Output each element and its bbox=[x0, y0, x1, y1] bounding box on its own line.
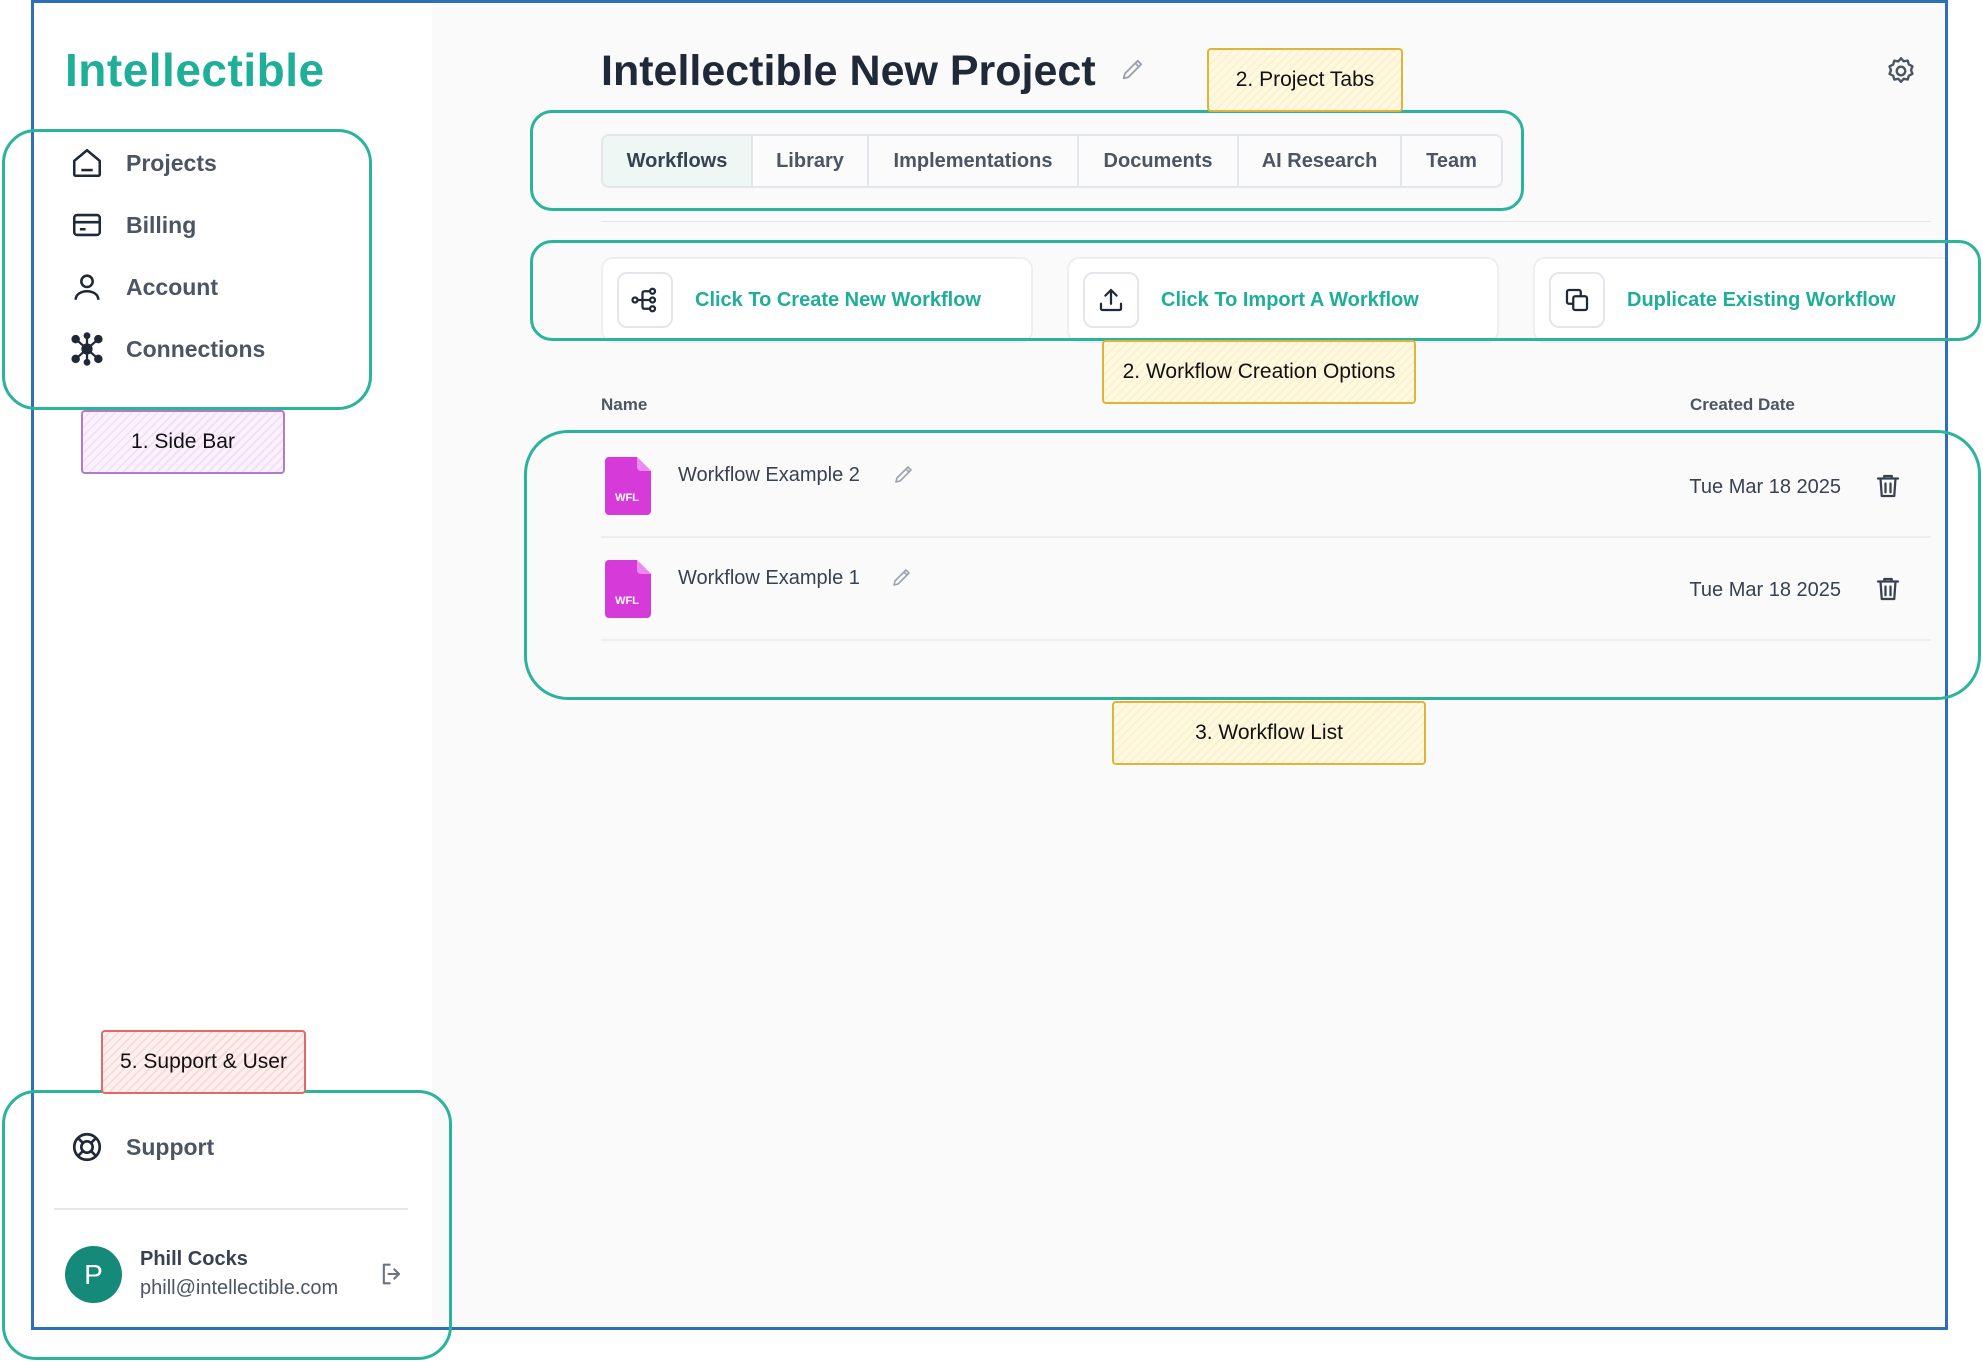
user-icon bbox=[74, 274, 100, 300]
annotation-workflow-list: 3. Workflow List bbox=[1112, 701, 1426, 765]
user-name: Phill Cocks bbox=[140, 1248, 248, 1270]
main-content: Intellectible New Project Workflows Libr… bbox=[432, 3, 1945, 1327]
edit-title-icon[interactable] bbox=[1119, 55, 1147, 83]
column-header-created-date[interactable]: Created Date bbox=[1690, 395, 1795, 415]
annotation-project-tabs: 2. Project Tabs bbox=[1207, 48, 1403, 112]
delete-trash-icon[interactable] bbox=[1873, 470, 1903, 502]
sidebar-item-label: Connections bbox=[126, 335, 266, 362]
workflow-icon bbox=[631, 287, 657, 313]
annotation-support-user: 5. Support & User bbox=[101, 1030, 306, 1094]
support-link[interactable]: Support bbox=[70, 1130, 214, 1164]
action-icon-box bbox=[617, 272, 673, 328]
user-email: phill@intellectible.com bbox=[140, 1277, 339, 1299]
settings-gear-icon[interactable] bbox=[1885, 55, 1917, 87]
workflow-name[interactable]: Workflow Example 2 bbox=[678, 464, 860, 487]
workflow-file-icon: WFL bbox=[605, 457, 651, 515]
credit-card-icon bbox=[72, 213, 102, 237]
tabs-divider bbox=[601, 221, 1931, 222]
app-window: Intellectible Projects Billing Account C… bbox=[31, 0, 1948, 1330]
file-badge: WFL bbox=[615, 492, 639, 504]
lifebuoy-icon bbox=[72, 1132, 102, 1162]
action-icon-box bbox=[1549, 272, 1605, 328]
sidebar-item-projects[interactable]: Projects bbox=[70, 146, 217, 180]
sidebar-divider bbox=[54, 1208, 408, 1210]
sidebar-item-label: Billing bbox=[126, 211, 197, 238]
project-tabs: Workflows Library Implementations Docume… bbox=[601, 134, 1503, 188]
upload-icon bbox=[1099, 288, 1123, 312]
page-title: Intellectible New Project bbox=[601, 47, 1096, 95]
sidebar-item-label: Projects bbox=[126, 149, 217, 176]
annotation-workflow-creation: 2. Workflow Creation Options bbox=[1102, 340, 1416, 404]
network-icon bbox=[71, 332, 103, 366]
duplicate-workflow-button[interactable]: Duplicate Existing Workflow bbox=[1533, 257, 1945, 343]
app-logo[interactable]: Intellectible bbox=[65, 43, 325, 97]
table-row[interactable]: WFL Workflow Example 2 Tue Mar 18 2025 bbox=[601, 436, 1931, 538]
tab-library[interactable]: Library bbox=[753, 136, 869, 186]
create-workflow-button[interactable]: Click To Create New Workflow bbox=[601, 257, 1033, 343]
tab-documents[interactable]: Documents bbox=[1079, 136, 1239, 186]
sidebar: Intellectible Projects Billing Account C… bbox=[34, 3, 434, 1327]
import-workflow-label: Click To Import A Workflow bbox=[1161, 288, 1419, 311]
tab-team[interactable]: Team bbox=[1402, 136, 1501, 186]
column-header-name[interactable]: Name bbox=[601, 395, 647, 415]
workflow-name[interactable]: Workflow Example 1 bbox=[678, 567, 860, 590]
sidebar-item-billing[interactable]: Billing bbox=[70, 208, 196, 242]
avatar[interactable]: P bbox=[65, 1246, 122, 1303]
workflow-created-date: Tue Mar 18 2025 bbox=[1689, 579, 1841, 601]
edit-workflow-icon[interactable] bbox=[892, 462, 916, 486]
table-row[interactable]: WFL Workflow Example 1 Tue Mar 18 2025 bbox=[601, 539, 1931, 641]
create-workflow-label: Click To Create New Workflow bbox=[695, 288, 981, 311]
copy-icon bbox=[1565, 288, 1589, 312]
sidebar-item-account[interactable]: Account bbox=[70, 270, 218, 304]
sidebar-item-label: Account bbox=[126, 273, 218, 300]
tab-implementations[interactable]: Implementations bbox=[869, 136, 1079, 186]
file-badge: WFL bbox=[615, 595, 639, 607]
home-icon bbox=[72, 148, 102, 178]
logout-icon[interactable] bbox=[378, 1260, 406, 1288]
tab-ai-research[interactable]: AI Research bbox=[1239, 136, 1402, 186]
edit-workflow-icon[interactable] bbox=[890, 565, 914, 589]
delete-trash-icon[interactable] bbox=[1873, 573, 1903, 605]
tab-workflows[interactable]: Workflows bbox=[603, 136, 753, 186]
annotation-side-bar: 1. Side Bar bbox=[81, 410, 285, 474]
sidebar-item-connections[interactable]: Connections bbox=[70, 332, 265, 366]
workflow-created-date: Tue Mar 18 2025 bbox=[1689, 476, 1841, 498]
import-workflow-button[interactable]: Click To Import A Workflow bbox=[1067, 257, 1499, 343]
workflow-file-icon: WFL bbox=[605, 560, 651, 618]
duplicate-workflow-label: Duplicate Existing Workflow bbox=[1627, 288, 1896, 311]
support-label: Support bbox=[126, 1133, 215, 1160]
action-icon-box bbox=[1083, 272, 1139, 328]
